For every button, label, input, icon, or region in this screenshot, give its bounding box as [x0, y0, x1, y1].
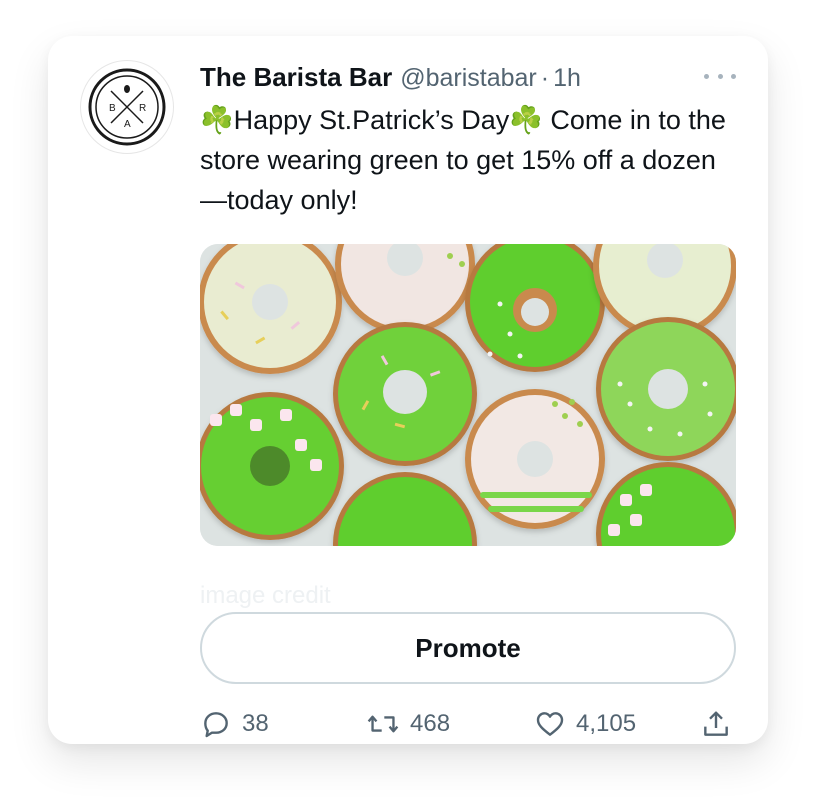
timestamp[interactable]: 1h [553, 64, 581, 93]
barista-bar-logo-icon: B R A [88, 68, 166, 146]
reply-button[interactable]: 38 [200, 708, 269, 740]
separator: · [540, 64, 550, 92]
tweet-text: ☘️Happy St.Patrick’s Day☘️ Come in to th… [200, 105, 726, 215]
share-button[interactable] [700, 708, 732, 740]
action-bar: 38 468 4,105 [200, 708, 736, 748]
retweet-count: 468 [410, 710, 451, 737]
heart-icon [536, 712, 564, 736]
like-count: 4,105 [576, 710, 637, 737]
retweet-icon [367, 715, 399, 733]
author-name[interactable]: The Barista Bar [200, 62, 392, 93]
tweet-content: The Barista Bar @baristabar · 1h ☘️Happy… [200, 62, 736, 738]
share-icon [704, 711, 728, 736]
avatar[interactable]: B R A [80, 60, 174, 154]
donuts-image [200, 244, 736, 546]
avatar-letter-a: A [124, 119, 131, 130]
image-credit[interactable]: image credit [200, 582, 331, 610]
reply-count: 38 [242, 710, 269, 737]
promote-button[interactable]: Promote [200, 612, 736, 684]
avatar-letter-b: B [109, 103, 116, 114]
avatar-letter-r: R [139, 103, 146, 114]
author-handle[interactable]: @baristabar [400, 64, 537, 93]
tweet-card: B R A The Barista Bar @baristabar · 1h ☘… [48, 36, 768, 744]
tweet-image[interactable] [200, 244, 736, 546]
like-button[interactable]: 4,105 [534, 708, 636, 740]
tweet-header: The Barista Bar @baristabar · 1h [200, 62, 736, 98]
retweet-button[interactable]: 468 [366, 708, 450, 740]
reply-icon [204, 712, 228, 738]
more-icon[interactable] [704, 66, 736, 86]
